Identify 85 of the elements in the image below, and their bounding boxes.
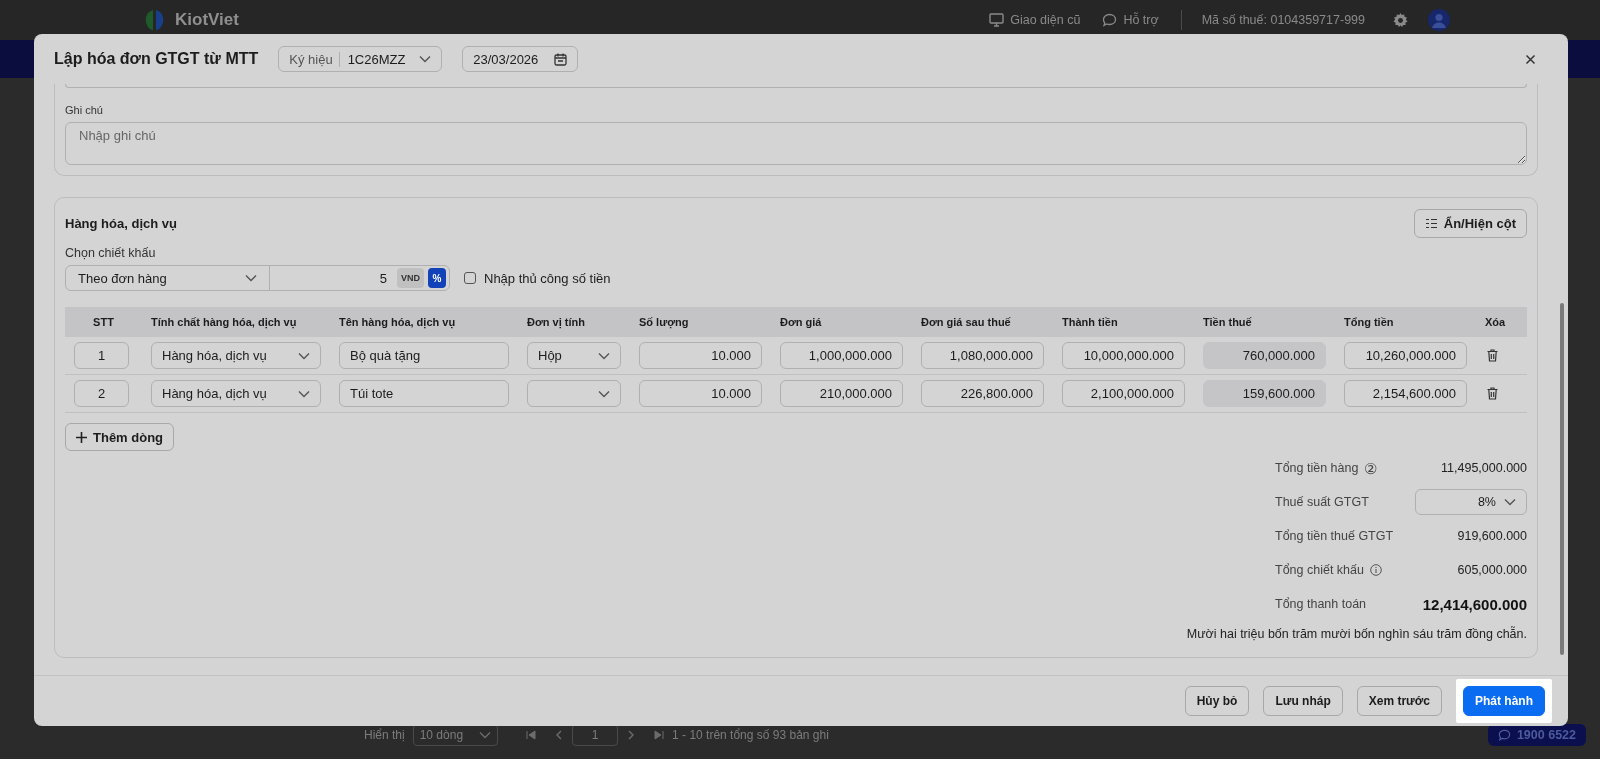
input-field[interactable]: 2,100,000.000 [1062, 380, 1185, 407]
total-amount: 12,414,600.000 [1422, 595, 1527, 613]
field-label: Ghi chú [65, 104, 104, 116]
row-number-field[interactable]: 2 [74, 380, 129, 407]
input-field[interactable]: 226,800.000 [921, 380, 1044, 407]
input-field[interactable]: Bộ quà tặng [339, 342, 509, 369]
footer-button[interactable]: Lưu nháp [1263, 686, 1343, 716]
input-field[interactable]: 210,000.000 [780, 380, 903, 407]
dialog-title: Lập hóa đơn GTGT từ MTT [54, 50, 259, 68]
column-header: Xóa [1476, 307, 1527, 337]
footer-button[interactable]: Hủy bỏ [1184, 686, 1250, 716]
column-header: STT [65, 307, 142, 337]
chevron-down-icon [419, 55, 432, 63]
input-field[interactable]: 10,260,000.000 [1344, 342, 1467, 369]
input-field[interactable]: 10.000 [639, 342, 762, 369]
avatar-icon[interactable] [1428, 9, 1450, 31]
first-page-icon[interactable] [526, 730, 537, 740]
summary-label: Tổng thanh toán [1275, 597, 1367, 611]
chevron-down-icon [1504, 498, 1516, 506]
column-header: Tên hàng hóa, dịch vụ [330, 307, 518, 337]
chevron-down-icon [598, 389, 610, 398]
date-field[interactable]: 23/03/2026 [462, 46, 579, 72]
logo-text: KiotViet [175, 10, 239, 30]
chevron-down-icon [598, 351, 610, 360]
column-header: Số lượng [630, 307, 771, 337]
monitor-icon [989, 13, 1005, 27]
field-label: Chọn chiết khấu [65, 246, 157, 260]
chevron-down-icon [479, 731, 492, 739]
checkbox-label: Nhập thủ công số tiền [484, 270, 611, 286]
amount-in-words: Mười hai triệu bốn trăm mười bốn nghìn sáu trăm đồng chẵn. [1185, 627, 1527, 641]
input-field[interactable]: 10,000,000.000 [1062, 342, 1185, 369]
columns-list-icon [1424, 218, 1438, 229]
summary-label: Tổng tiền hàng [1275, 461, 1359, 475]
help-glyph: ② [1364, 460, 1378, 476]
page-size-label: Hiển thị [364, 728, 405, 742]
vat-rate-select[interactable]: 8% [1415, 489, 1527, 515]
input-field[interactable]: 1,080,000.000 [921, 342, 1044, 369]
scrollbar[interactable] [1560, 303, 1564, 655]
summary-label: Thuế suất GTGT [1275, 495, 1369, 509]
input-field[interactable]: Túi tote [339, 380, 509, 407]
column-header: Đơn vị tính [518, 307, 630, 337]
select-field[interactable]: Hộp [527, 342, 621, 369]
add-row-button[interactable]: Thêm dòng [65, 423, 175, 451]
readonly-field: 760,000.000 [1203, 342, 1326, 369]
section-title: Hàng hóa, dịch vụ [65, 215, 177, 231]
plus-icon [76, 431, 87, 443]
record-range-text: 1 - 10 trên tổng số 93 bản ghi [672, 728, 829, 742]
chevron-down-icon [298, 351, 310, 360]
notes-field[interactable]: Nhập ghi chú [65, 122, 1527, 165]
summary-label: Tổng tiền thuế GTGT [1275, 529, 1394, 543]
input-field[interactable]: 2,154,600.000 [1344, 380, 1467, 407]
footer-button[interactable]: Xem trước [1356, 686, 1442, 716]
last-page-icon[interactable] [654, 730, 665, 740]
nav-link[interactable]: Giao diện cũ [1010, 13, 1081, 27]
column-header: Đơn giá sau thuế [912, 307, 1053, 337]
symbol-select[interactable]: Ký hiệu 1C26MZZ [278, 46, 443, 72]
summary-label: Tổng chiết khấu [1275, 563, 1364, 577]
row-number-field[interactable]: 1 [74, 342, 129, 369]
primary-button[interactable]: Phát hành [1463, 686, 1545, 716]
column-header: Tính chất hàng hóa, dịch vụ [142, 307, 330, 337]
settings-icon[interactable] [1393, 12, 1408, 28]
chat-bubble-icon [1102, 13, 1118, 27]
chat-bubble-icon [1497, 729, 1511, 741]
summary-value: 11,495,000.000 [1441, 461, 1527, 475]
column-header: Đơn giá [771, 307, 912, 337]
trash-icon[interactable] [1487, 387, 1498, 400]
select-field[interactable]: Hàng hóa, dịch vụ [151, 342, 321, 369]
select-field[interactable] [527, 380, 621, 407]
close-icon[interactable] [1525, 53, 1536, 65]
calendar-icon [554, 52, 568, 66]
nav-link[interactable]: Hỗ trợ [1123, 13, 1159, 27]
tax-id-text: Mã số thuế: 0104359717-999 [1201, 13, 1365, 27]
column-header: Thành tiền [1053, 307, 1194, 337]
column-header: Tiền thuế [1194, 307, 1335, 337]
readonly-field: 159,600.000 [1203, 380, 1326, 407]
summary-value: 919,600.000 [1457, 529, 1527, 543]
trash-icon[interactable] [1487, 349, 1498, 362]
column-header: Tổng tiền [1335, 307, 1476, 337]
checkbox[interactable] [464, 272, 476, 284]
columns-toggle-button[interactable]: Ẩn/Hiện cột [1413, 209, 1527, 238]
select-field[interactable]: Hàng hóa, dịch vụ [151, 380, 321, 407]
input-field[interactable]: 1,000,000.000 [780, 342, 903, 369]
input-field[interactable]: 10.000 [639, 380, 762, 407]
summary-value: 605,000.000 [1457, 563, 1527, 577]
chevron-down-icon [298, 389, 310, 398]
